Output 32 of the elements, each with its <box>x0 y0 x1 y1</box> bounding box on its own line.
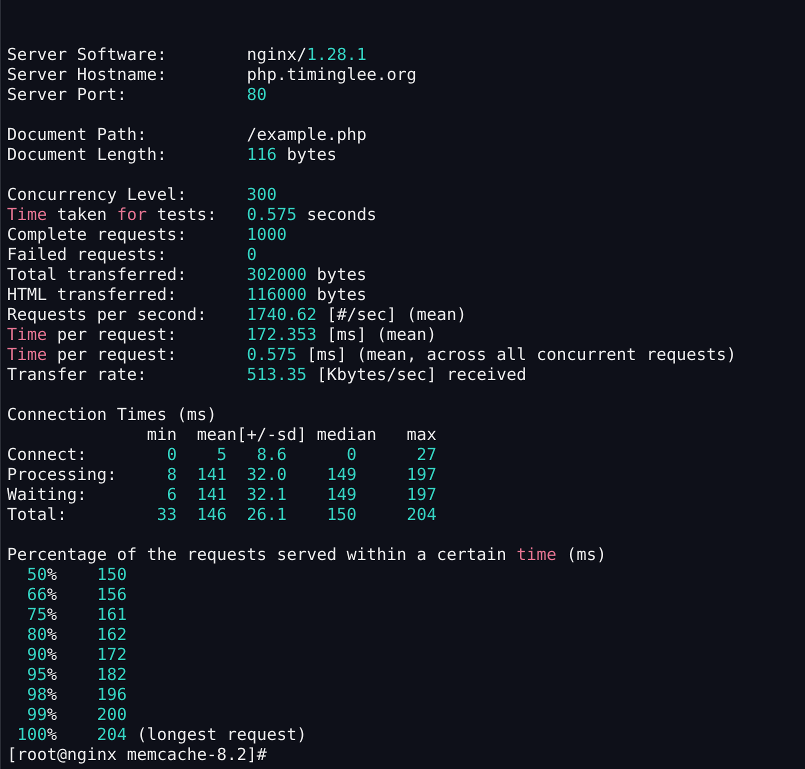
output-line: Failed requests: 0 <box>7 245 257 265</box>
output-line: Processing: 8 141 32.0 149 197 <box>7 465 437 485</box>
output-line: HTML transferred: 116000 bytes <box>7 285 367 305</box>
output-line: Percentage of the requests served within a certain time (ms) <box>7 545 606 565</box>
output-line: Server Port: 80 <box>7 85 267 105</box>
output-line: Total transferred: 302000 bytes <box>7 265 367 285</box>
output-line: 99% 200 <box>26 705 128 725</box>
output-line: Requests per second: 1740.62 [#/sec] (mean) <box>7 305 467 325</box>
output-line: Document Path: /example.php <box>7 125 367 145</box>
output-line: Transfer rate: 513.35 [Kbytes/sec] received <box>7 365 527 385</box>
output-line: Server Hostname: php.timinglee.org <box>7 65 417 85</box>
output-line: 50% 150 <box>26 565 128 585</box>
output-line: Connect: 0 5 8.6 0 27 <box>7 445 437 465</box>
output-line: Concurrency Level: 300 <box>7 185 277 205</box>
output-line: 90% 172 <box>26 645 128 665</box>
output-line: 95% 182 <box>26 665 128 685</box>
output-line: 100% 204 (longest request) <box>16 725 308 745</box>
output-line: 80% 162 <box>26 625 128 645</box>
output-line: Time taken for tests: 0.575 seconds <box>7 205 377 225</box>
output-line: Document Length: 116 bytes <box>7 145 337 165</box>
output-line: Server Software: nginx/1.28.1 <box>7 45 367 65</box>
output-line: Connection Times (ms) <box>7 405 217 425</box>
output-line: Complete requests: 1000 <box>7 225 287 245</box>
output-line: min mean[+/-sd] median max <box>146 425 437 445</box>
output-line: 75% 161 <box>26 605 128 625</box>
shell-prompt: [root@nginx memcache-8.2]# <box>7 745 267 765</box>
output-line: Time per request: 172.353 [ms] (mean) <box>7 325 437 345</box>
output-line: Total: 33 146 26.1 150 204 <box>7 505 437 525</box>
output-line: Time per request: 0.575 [ms] (mean, across all concurrent requests) <box>7 345 736 365</box>
output-line: 98% 196 <box>26 685 128 705</box>
output-line: Waiting: 6 141 32.1 149 197 <box>7 485 437 505</box>
output-line: 66% 156 <box>26 585 128 605</box>
